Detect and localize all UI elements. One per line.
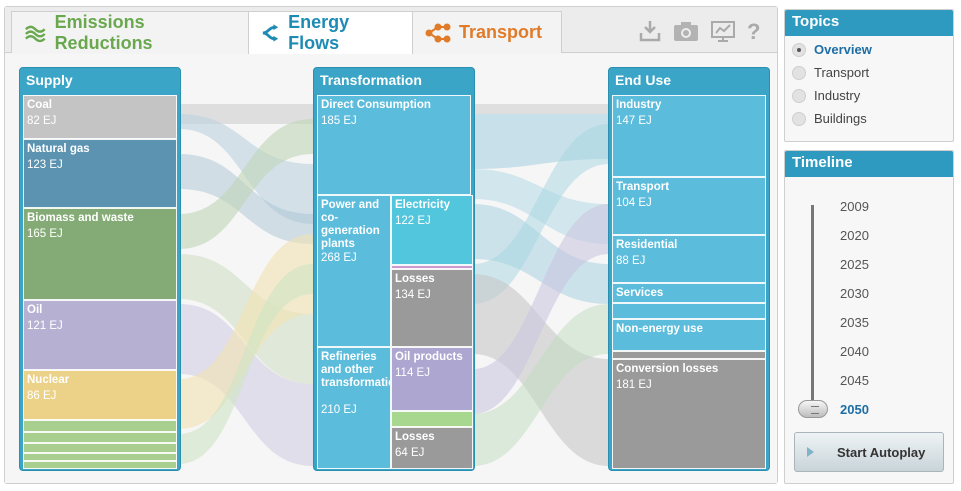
help-icon[interactable]: ? — [743, 19, 769, 44]
end-use-node-services[interactable]: Services — [612, 283, 766, 303]
supply-node-coal[interactable]: Coal 82 EJ — [23, 95, 177, 139]
radio-icon[interactable] — [792, 88, 806, 103]
tab-label: Transport — [459, 22, 543, 42]
tab-emissions-reductions[interactable]: Emissions Reductions — [11, 11, 249, 53]
transformation-column: Transformation Direct Consumption 185 EJ… — [313, 67, 475, 471]
end-use-node-other[interactable] — [612, 303, 766, 319]
start-autoplay-button[interactable]: Start Autoplay — [794, 432, 944, 472]
supply-node-biomass[interactable]: Biomass and waste 165 EJ — [23, 208, 177, 300]
supply-node-minor[interactable] — [23, 453, 177, 461]
supply-node-oil[interactable]: Oil 121 EJ — [23, 300, 177, 370]
radio-icon[interactable] — [792, 111, 806, 126]
end-use-node-industry[interactable]: Industry 147 EJ — [612, 95, 766, 177]
tab-transport[interactable]: Transport — [412, 11, 562, 53]
transformation-node-biofuels[interactable] — [391, 411, 473, 427]
download-icon[interactable] — [637, 19, 663, 43]
topics-title: Topics — [785, 10, 953, 36]
radio-icon[interactable] — [792, 65, 806, 80]
timeline-slider-handle[interactable] — [798, 400, 828, 418]
transformation-node-oil-products[interactable]: Oil products 114 EJ — [391, 347, 473, 411]
transformation-node-refineries[interactable]: Refineries and other transformation 210 … — [317, 347, 391, 469]
timeline-year[interactable]: 2035 — [840, 315, 869, 330]
presentation-icon[interactable] — [710, 19, 736, 43]
timeline-year[interactable]: 2025 — [840, 257, 869, 272]
transformation-node-direct-consumption[interactable]: Direct Consumption 185 EJ — [317, 95, 471, 195]
end-use-node-residential[interactable]: Residential 88 EJ — [612, 235, 766, 283]
tab-label: Emissions Reductions — [54, 11, 153, 53]
camera-icon[interactable] — [672, 19, 698, 43]
timeline-year[interactable]: 2045 — [840, 373, 869, 388]
sankey-diagram: Supply Coal 82 EJ Natural gas 123 EJ Bio… — [5, 54, 777, 483]
supply-node-minor[interactable] — [23, 443, 177, 453]
tab-energy-flows[interactable]: Energy Flows — [248, 11, 413, 54]
end-use-title: End Use — [615, 72, 672, 88]
transformation-node-refinery-losses[interactable]: Losses 64 EJ — [391, 427, 473, 469]
timeline-year-selected[interactable]: 2050 — [840, 402, 869, 417]
supply-node-minor[interactable] — [23, 420, 177, 432]
emissions-wave-icon — [25, 25, 46, 42]
energy-flows-panel: Emissions Reductions Energy Flows Transp… — [4, 6, 778, 484]
svg-text:?: ? — [747, 19, 760, 43]
topic-transport[interactable]: Transport — [792, 65, 869, 80]
timeline-year[interactable]: 2020 — [840, 228, 869, 243]
timeline-year[interactable]: 2009 — [840, 199, 869, 214]
tab-bar: Emissions Reductions Energy Flows Transp… — [5, 7, 777, 54]
radio-selected-icon[interactable] — [792, 42, 806, 57]
topics-panel: Topics Overview Transport Industry Build… — [784, 9, 954, 142]
play-icon — [807, 447, 814, 457]
end-use-node-non-energy[interactable]: Non-energy use — [612, 319, 766, 351]
topic-overview[interactable]: Overview — [792, 42, 872, 57]
timeline-panel: Timeline 2009 2020 2025 2030 2035 2040 2… — [784, 150, 954, 484]
supply-title: Supply — [26, 72, 73, 88]
supply-node-minor[interactable] — [23, 432, 177, 443]
tab-label: Energy Flows — [288, 12, 350, 53]
topic-buildings[interactable]: Buildings — [792, 111, 867, 126]
supply-column: Supply Coal 82 EJ Natural gas 123 EJ Bio… — [19, 67, 181, 471]
supply-node-natural-gas[interactable]: Natural gas 123 EJ — [23, 139, 177, 208]
timeline-title: Timeline — [785, 151, 953, 177]
topic-industry[interactable]: Industry — [792, 88, 860, 103]
timeline-year[interactable]: 2030 — [840, 286, 869, 301]
timeline-year[interactable]: 2040 — [840, 344, 869, 359]
supply-node-minor[interactable] — [23, 461, 177, 469]
end-use-node-conversion-losses[interactable]: Conversion losses 181 EJ — [612, 359, 766, 469]
end-use-node-gap[interactable] — [612, 351, 766, 359]
transformation-node-electricity[interactable]: Electricity 122 EJ — [391, 195, 473, 265]
transformation-node-power-losses[interactable]: Losses 134 EJ — [391, 269, 473, 347]
autoplay-label: Start Autoplay — [837, 444, 926, 460]
end-use-column: End Use Industry 147 EJ Transport 104 EJ… — [608, 67, 770, 471]
timeline-track[interactable] — [811, 205, 814, 413]
transformation-node-power-plants[interactable]: Power and co-generation plants 268 EJ — [317, 195, 391, 347]
supply-node-nuclear[interactable]: Nuclear 86 EJ — [23, 370, 177, 420]
transport-network-icon — [425, 23, 451, 42]
end-use-node-transport[interactable]: Transport 104 EJ — [612, 177, 766, 235]
flow-split-icon — [262, 24, 279, 42]
transformation-title: Transformation — [320, 72, 422, 88]
